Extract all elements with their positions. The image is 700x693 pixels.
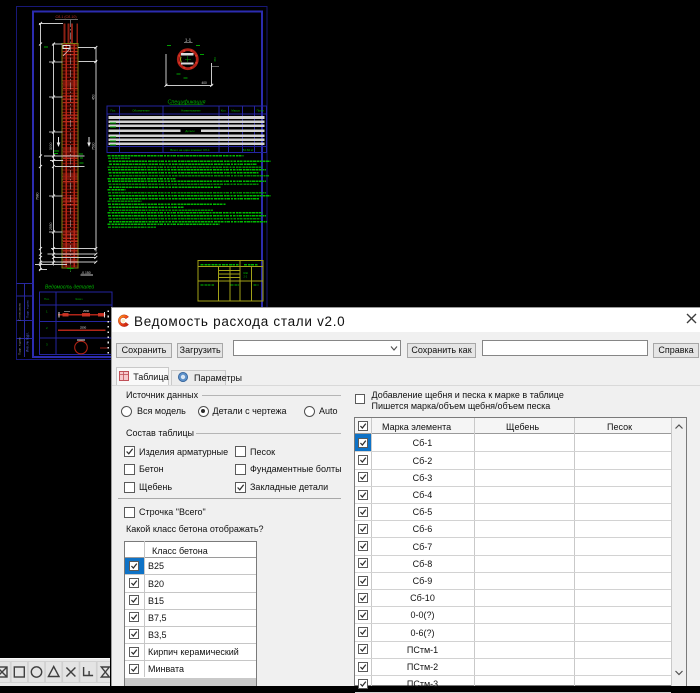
svg-text:Всего на один элемент Сб-1: Всего на один элемент Сб-1 — [170, 148, 210, 152]
svg-text:Ведомость деталей: Ведомость деталей — [45, 284, 94, 291]
svg-text:Согласовано: Согласовано — [18, 303, 22, 321]
svg-text:450: 450 — [213, 57, 217, 62]
svg-text:450: 450 — [92, 94, 96, 100]
svg-text:2-2: 2-2 — [244, 275, 248, 279]
svg-text:84.60 кг: 84.60 кг — [243, 148, 254, 152]
svg-text:Кол.: Кол. — [221, 109, 227, 113]
svg-text:Подп. и дата: Подп. и дата — [18, 337, 22, 355]
svg-text:3000: 3000 — [49, 142, 53, 150]
svg-text:Подп. и дата: Подп. и дата — [26, 300, 30, 318]
svg-text:Прим.: Прим. — [257, 109, 265, 113]
svg-text:2: 2 — [46, 326, 48, 330]
svg-text:7980: 7980 — [36, 192, 40, 200]
svg-text:2550: 2550 — [49, 222, 53, 230]
svg-text:Обозначение: Обозначение — [132, 109, 150, 113]
svg-text:КЖ: КЖ — [244, 271, 249, 275]
svg-text:1: 1 — [46, 310, 48, 314]
svg-text:2590: 2590 — [83, 309, 90, 313]
svg-text:Наименование: Наименование — [181, 109, 201, 113]
svg-text:Поз.: Поз. — [110, 109, 116, 113]
svg-text:400: 400 — [202, 81, 208, 85]
svg-text:Инв. № подл.: Инв. № подл. — [26, 332, 30, 352]
svg-text:1-1: 1-1 — [185, 38, 192, 43]
svg-text:Детали: Детали — [185, 129, 195, 133]
svg-text:Эскиз: Эскиз — [75, 297, 83, 301]
svg-text:3: 3 — [46, 343, 48, 347]
svg-text:Масса: Масса — [231, 109, 240, 113]
svg-text:2550: 2550 — [80, 326, 87, 330]
svg-text:-0.150: -0.150 — [81, 271, 91, 275]
svg-text:7530: 7530 — [92, 142, 96, 150]
svg-text:Поз.: Поз. — [44, 297, 50, 301]
svg-text:Сб-1 (Сб-10): Сб-1 (Сб-10) — [56, 15, 77, 19]
